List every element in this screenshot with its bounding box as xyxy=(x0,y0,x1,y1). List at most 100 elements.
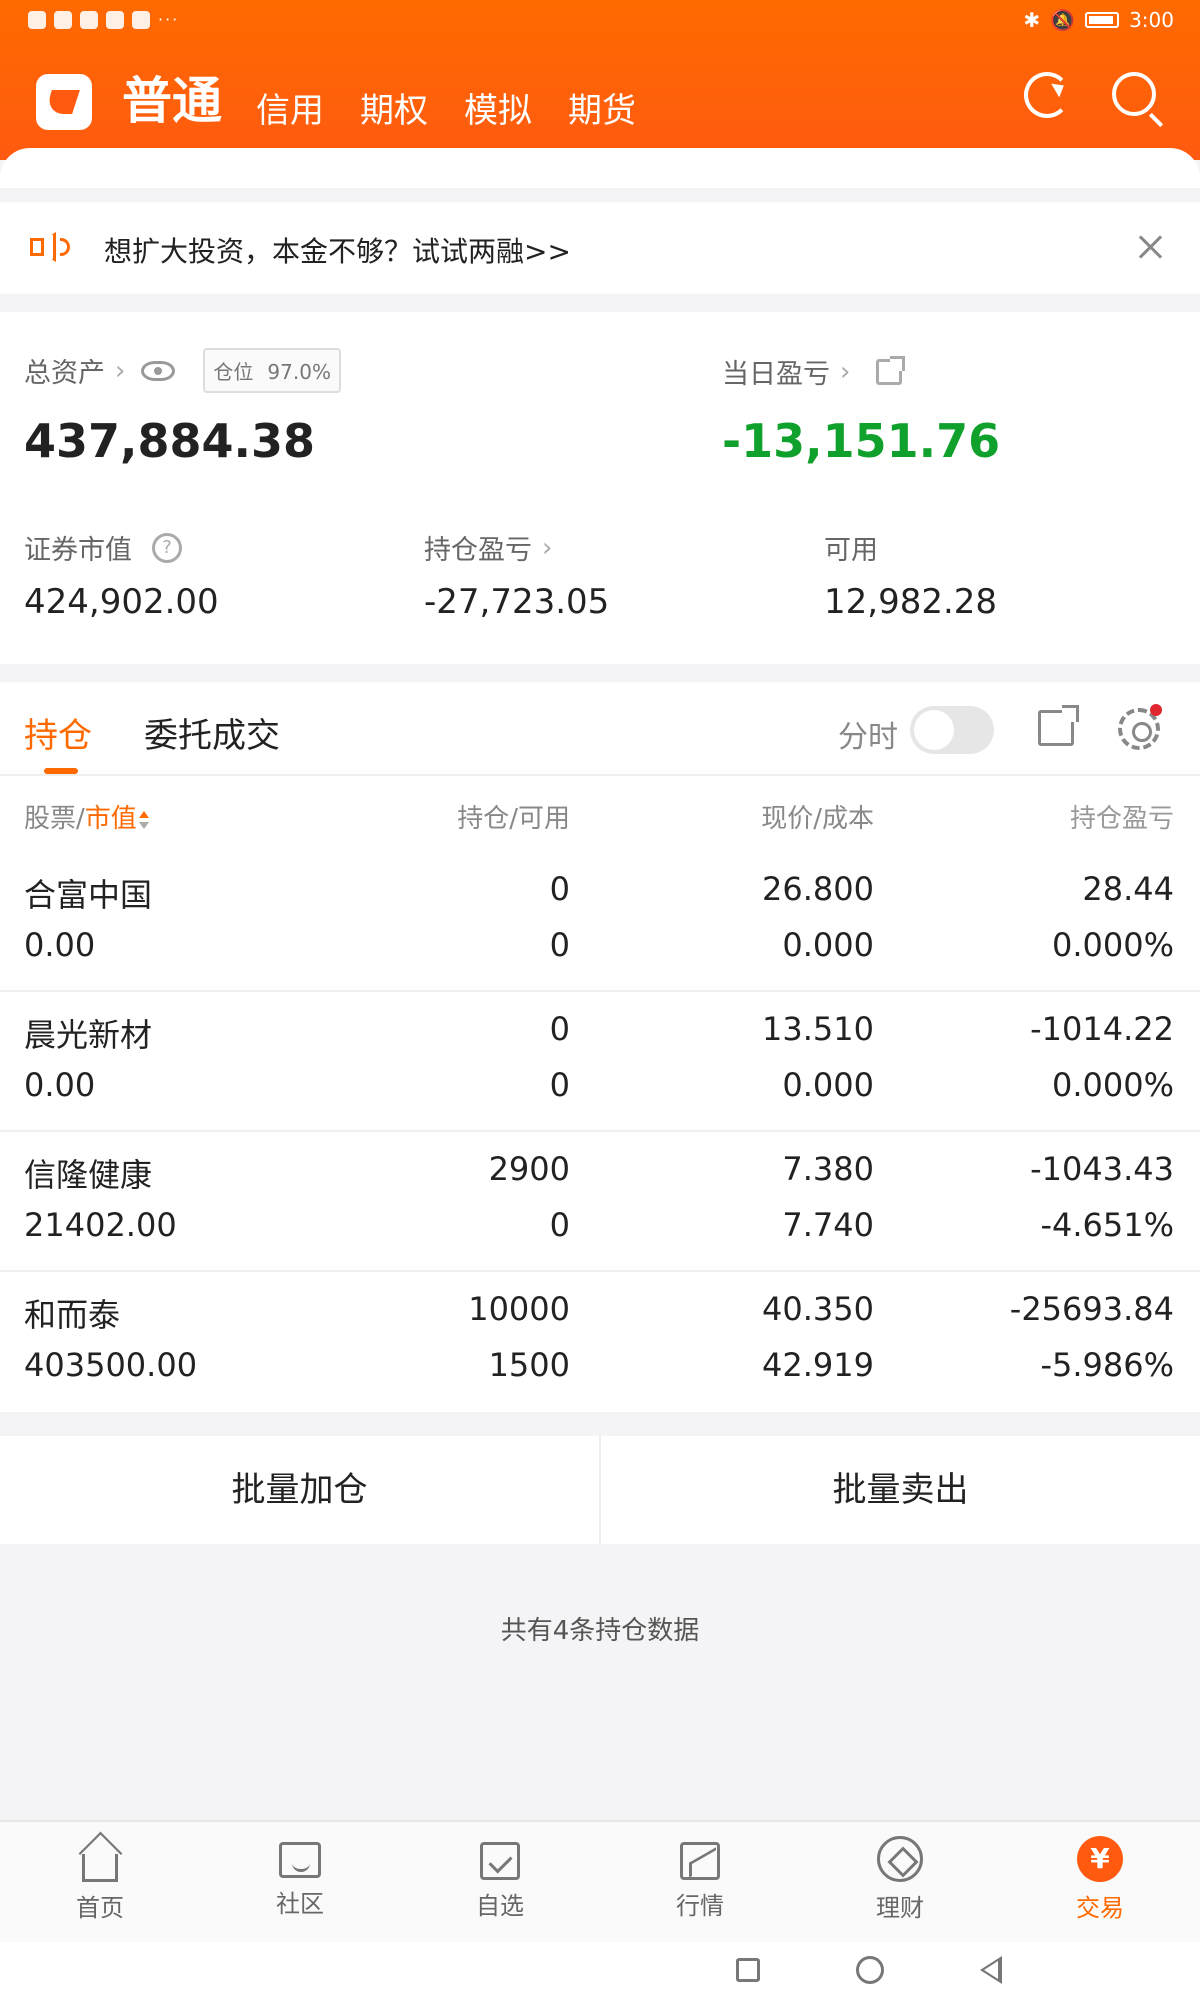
stock-qty: 0 xyxy=(549,870,570,908)
stock-name: 信隆健康 xyxy=(24,1156,153,1194)
notification-dot xyxy=(1150,704,1162,716)
daily-pnl-label[interactable]: 当日盈亏 › xyxy=(722,352,906,391)
available-label: 可用 xyxy=(824,535,878,566)
status-bar: ··· ✱ 🔕 3:00 xyxy=(0,0,1200,40)
nav-wealth[interactable]: 理财 xyxy=(840,1836,960,1923)
app-header: ··· ✱ 🔕 3:00 普通 信用 期权 模拟 期货 xyxy=(0,0,1200,160)
stock-qty: 2900 xyxy=(488,1150,570,1188)
table-row[interactable]: 和而泰 403500.00 10000 1500 40.350 42.919 -… xyxy=(0,1272,1200,1412)
header-actions xyxy=(1024,72,1156,118)
total-assets-value: 437,884.38 xyxy=(24,414,316,468)
intraday-toggle[interactable] xyxy=(910,706,994,754)
stock-pnl-pct: 0.000% xyxy=(1051,1066,1174,1104)
header-curve xyxy=(0,148,1200,188)
account-type-nav: 普通 信用 期权 模拟 期货 xyxy=(36,60,672,130)
asset-summary: 总资产 › 仓位 97.0% 437,884.38 当日盈亏 › -13,151.… xyxy=(0,312,1200,664)
table-row[interactable]: 合富中国 0.00 0 0 26.800 0.000 28.44 0.000% xyxy=(0,852,1200,992)
holdings-count: 共有4条持仓数据 xyxy=(500,1616,700,1646)
share-icon[interactable] xyxy=(876,355,906,385)
diamond-icon xyxy=(877,1836,923,1882)
stock-available: 0 xyxy=(549,926,570,964)
stock-pnl: -25693.84 xyxy=(1009,1290,1174,1328)
stock-pnl-pct: -5.986% xyxy=(1040,1346,1174,1384)
tab-futures[interactable]: 期货 xyxy=(568,94,636,130)
batch-sell-button[interactable]: 批量卖出 xyxy=(601,1436,1200,1544)
stock-market-value: 21402.00 xyxy=(24,1206,177,1244)
home-button-icon[interactable] xyxy=(856,1956,884,1984)
bluetooth-icon: ✱ xyxy=(1023,8,1041,32)
holding-pnl-label[interactable]: 持仓盈亏 › xyxy=(424,528,552,567)
position-badge: 仓位 97.0% xyxy=(203,348,341,393)
daily-pnl-value: -13,151.76 xyxy=(722,414,1001,468)
app-notification-icon xyxy=(54,10,72,29)
chevron-right-icon: › xyxy=(542,532,553,563)
table-row[interactable]: 信隆健康 21402.00 2900 0 7.380 7.740 -1043.4… xyxy=(0,1132,1200,1272)
tab-credit[interactable]: 信用 xyxy=(256,94,324,130)
status-right: ✱ 🔕 3:00 xyxy=(1023,8,1174,32)
tab-options[interactable]: 期权 xyxy=(360,94,428,130)
back-icon[interactable] xyxy=(980,1956,1002,1984)
stock-price: 7.380 xyxy=(782,1150,874,1188)
stock-cost: 42.919 xyxy=(762,1346,874,1384)
recents-icon[interactable] xyxy=(736,1958,760,1982)
stock-pnl: -1014.22 xyxy=(1030,1010,1174,1048)
tab-simulation[interactable]: 模拟 xyxy=(464,94,532,130)
nav-home[interactable]: 首页 xyxy=(40,1836,160,1923)
stock-market-value: 0.00 xyxy=(24,1066,96,1104)
nav-watchlist[interactable]: 自选 xyxy=(440,1836,560,1921)
stock-available: 0 xyxy=(549,1066,570,1104)
column-header-qty: 持仓/可用 xyxy=(457,804,570,834)
tab-positions[interactable]: 持仓 xyxy=(24,708,92,757)
eye-icon[interactable] xyxy=(141,360,176,381)
close-icon[interactable] xyxy=(1136,232,1166,262)
yuan-icon: ¥ xyxy=(1077,1836,1123,1882)
batch-add-button[interactable]: 批量加仓 xyxy=(0,1436,599,1544)
help-icon[interactable]: ? xyxy=(152,532,182,563)
export-icon[interactable] xyxy=(1038,705,1079,746)
stock-cost: 0.000 xyxy=(782,926,874,964)
stock-price: 13.510 xyxy=(762,1010,874,1048)
stock-market-value: 403500.00 xyxy=(24,1346,198,1384)
battery-icon xyxy=(1085,12,1120,28)
stock-qty: 0 xyxy=(549,1010,570,1048)
refresh-icon[interactable] xyxy=(1024,72,1070,118)
search-icon[interactable] xyxy=(1112,72,1156,116)
chevron-right-icon: › xyxy=(115,355,126,386)
app-notification-icon xyxy=(80,10,98,29)
stock-pnl: 28.44 xyxy=(1082,870,1174,908)
nav-community[interactable]: 社区 xyxy=(240,1836,360,1919)
column-header-stock[interactable]: 股票/市值 xyxy=(24,798,149,835)
status-time: 3:00 xyxy=(1129,8,1174,32)
margin-trading-notice[interactable]: 想扩大投资，本金不够？试试两融>> xyxy=(0,202,1200,294)
nav-market[interactable]: 行情 xyxy=(640,1836,760,1921)
active-tab-indicator xyxy=(44,768,78,774)
chat-icon xyxy=(279,1842,321,1878)
wifi-icon xyxy=(28,10,46,29)
intraday-label: 分时 xyxy=(838,720,898,755)
holdings-tabs: 持仓 委托成交 分时 xyxy=(0,682,1200,776)
table-row[interactable]: 晨光新材 0.00 0 0 13.510 0.000 -1014.22 0.00… xyxy=(0,992,1200,1132)
stock-cost: 7.740 xyxy=(782,1206,874,1244)
stock-available: 1500 xyxy=(488,1346,570,1384)
stock-name: 和而泰 xyxy=(24,1296,121,1334)
stock-price: 26.800 xyxy=(762,870,874,908)
nav-trade[interactable]: ¥ 交易 xyxy=(1040,1836,1160,1923)
chart-icon xyxy=(680,1842,720,1880)
market-value: 424,902.00 xyxy=(24,582,219,622)
stock-pnl-pct: -4.651% xyxy=(1040,1206,1174,1244)
total-assets-label[interactable]: 总资产 › 仓位 97.0% xyxy=(24,348,341,393)
app-logo xyxy=(36,74,92,130)
notice-text[interactable]: 想扩大投资，本金不够？试试两融>> xyxy=(104,230,571,270)
stock-available: 0 xyxy=(549,1206,570,1244)
market-value-label: 证券市值 ? xyxy=(24,528,182,567)
stock-name: 合富中国 xyxy=(24,876,153,914)
video-icon xyxy=(106,10,124,29)
tab-normal[interactable]: 普通 xyxy=(122,76,222,130)
chevron-right-icon: › xyxy=(840,356,851,387)
system-nav-bar xyxy=(0,1942,1200,2000)
stock-pnl-pct: 0.000% xyxy=(1051,926,1174,964)
bottom-nav: 首页 社区 自选 行情 理财 ¥ 交易 xyxy=(0,1820,1200,1942)
tab-orders[interactable]: 委托成交 xyxy=(144,708,280,757)
stock-qty: 10000 xyxy=(468,1290,570,1328)
column-header-pnl: 持仓盈亏 xyxy=(1069,804,1174,834)
